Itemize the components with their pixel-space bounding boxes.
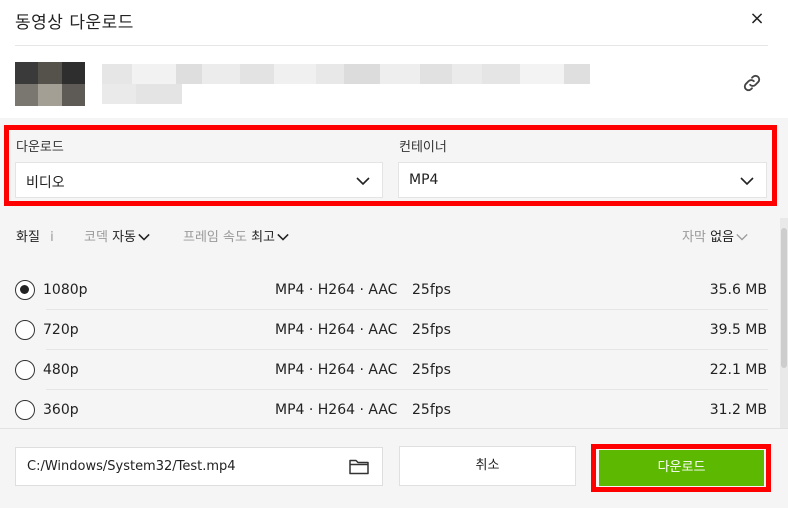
quality-row[interactable]: 720p MP4 · H264 · AAC 25fps 39.5 MB	[0, 310, 780, 350]
dialog-title: 동영상 다운로드	[15, 13, 134, 33]
url-blur-pixel	[482, 64, 520, 84]
options-panel: 다운로드 비디오 컨테이너 MP4 화질 i 코덱 자동 프레임 속도 최고 자…	[0, 118, 788, 428]
quality-label: 화질	[16, 230, 40, 245]
quality-fps: 25fps	[412, 362, 451, 378]
download-type-value: 비디오	[26, 175, 65, 191]
subtitle-value: 없음	[710, 230, 734, 245]
url-blur-pixel	[420, 64, 452, 84]
title-bar: 동영상 다운로드 ×	[0, 0, 788, 44]
scrollbar-thumb[interactable]	[781, 228, 787, 368]
save-path-value: C:/Windows/System32/Test.mp4	[27, 459, 236, 474]
quality-format: MP4 · H264 · AAC	[275, 402, 398, 418]
info-icon[interactable]: i	[50, 230, 54, 245]
url-blur-pixel	[380, 64, 420, 84]
quality-size: 35.6 MB	[709, 282, 767, 298]
container-select[interactable]: MP4	[398, 162, 767, 198]
url-blur-pixel	[520, 64, 564, 84]
url-blur-pixel	[102, 64, 132, 84]
link-icon[interactable]	[741, 72, 763, 94]
url-blur-pixel	[136, 84, 182, 104]
folder-icon[interactable]	[349, 458, 369, 475]
quality-format: MP4 · H264 · AAC	[275, 362, 398, 378]
url-blur-pixel	[316, 64, 344, 84]
quality-format: MP4 · H264 · AAC	[275, 282, 398, 298]
url-blur-pixel	[176, 64, 202, 84]
download-button[interactable]: 다운로드	[599, 450, 764, 486]
quality-radio[interactable]	[15, 400, 35, 420]
options-row: 화질 i 코덱 자동 프레임 속도 최고 자막 없음	[0, 226, 788, 248]
framerate-label: 프레임 속도	[183, 230, 247, 245]
quality-format: MP4 · H264 · AAC	[275, 322, 398, 338]
quality-resolution: 360p	[43, 402, 79, 418]
divider	[15, 45, 768, 46]
quality-size: 22.1 MB	[709, 362, 767, 378]
framerate-option[interactable]: 프레임 속도 최고	[183, 226, 289, 245]
source-row	[0, 44, 788, 118]
chevron-down-icon	[740, 177, 754, 186]
quality-radio[interactable]	[15, 360, 35, 380]
container-value: MP4	[409, 172, 439, 188]
thumbnail-pixel	[15, 62, 39, 84]
quality-row[interactable]: 1080p MP4 · H264 · AAC 25fps 35.6 MB	[0, 270, 780, 310]
url-blur-pixel	[240, 64, 274, 84]
framerate-value: 최고	[251, 230, 275, 245]
thumbnail-pixel	[15, 84, 39, 106]
quality-resolution: 720p	[43, 322, 79, 338]
quality-row[interactable]: 480p MP4 · H264 · AAC 25fps 22.1 MB	[0, 350, 780, 390]
container-label: 컨테이너	[399, 140, 447, 155]
quality-row[interactable]: 360p MP4 · H264 · AAC 25fps 31.2 MB	[0, 390, 780, 428]
thumbnail-pixel	[61, 62, 85, 84]
close-icon: ×	[749, 8, 765, 29]
quality-fps: 25fps	[412, 402, 451, 418]
close-button[interactable]: ×	[744, 6, 770, 32]
quality-resolution: 480p	[43, 362, 79, 378]
video-thumbnail	[15, 62, 85, 106]
quality-resolution: 1080p	[43, 282, 88, 298]
download-type-label: 다운로드	[16, 140, 64, 155]
footer: C:/Windows/System32/Test.mp4 취소 다운로드	[0, 428, 788, 508]
url-blur-pixel	[344, 64, 380, 84]
thumbnail-pixel	[38, 84, 62, 106]
codec-option[interactable]: 코덱 자동	[84, 226, 150, 245]
codec-label: 코덱	[84, 230, 108, 245]
video-url-blurred	[102, 64, 610, 104]
codec-value: 자동	[112, 230, 136, 245]
url-blur-pixel	[202, 64, 240, 84]
quality-option: 화질 i	[16, 226, 54, 245]
url-blur-pixel	[452, 64, 482, 84]
thumbnail-pixel	[61, 84, 85, 106]
quality-radio[interactable]	[15, 280, 35, 300]
url-blur-pixel	[274, 64, 316, 84]
subtitle-label: 자막	[682, 230, 706, 245]
thumbnail-pixel	[38, 62, 62, 84]
url-blur-pixel	[564, 64, 590, 84]
url-blur-pixel	[102, 84, 136, 104]
quality-size: 31.2 MB	[709, 402, 767, 418]
quality-fps: 25fps	[412, 322, 451, 338]
cancel-button[interactable]: 취소	[399, 446, 576, 486]
chevron-down-icon	[356, 177, 370, 186]
chevron-down-icon	[277, 233, 289, 241]
chevron-down-icon	[138, 233, 150, 241]
save-path-field[interactable]: C:/Windows/System32/Test.mp4	[15, 447, 383, 486]
url-blur-pixel	[132, 64, 176, 84]
download-type-select[interactable]: 비디오	[15, 162, 383, 198]
quality-fps: 25fps	[412, 282, 451, 298]
scrollbar[interactable]	[780, 218, 788, 428]
chevron-down-icon	[736, 233, 748, 241]
quality-radio[interactable]	[15, 320, 35, 340]
subtitle-option[interactable]: 자막 없음	[682, 226, 748, 245]
quality-size: 39.5 MB	[709, 322, 767, 338]
